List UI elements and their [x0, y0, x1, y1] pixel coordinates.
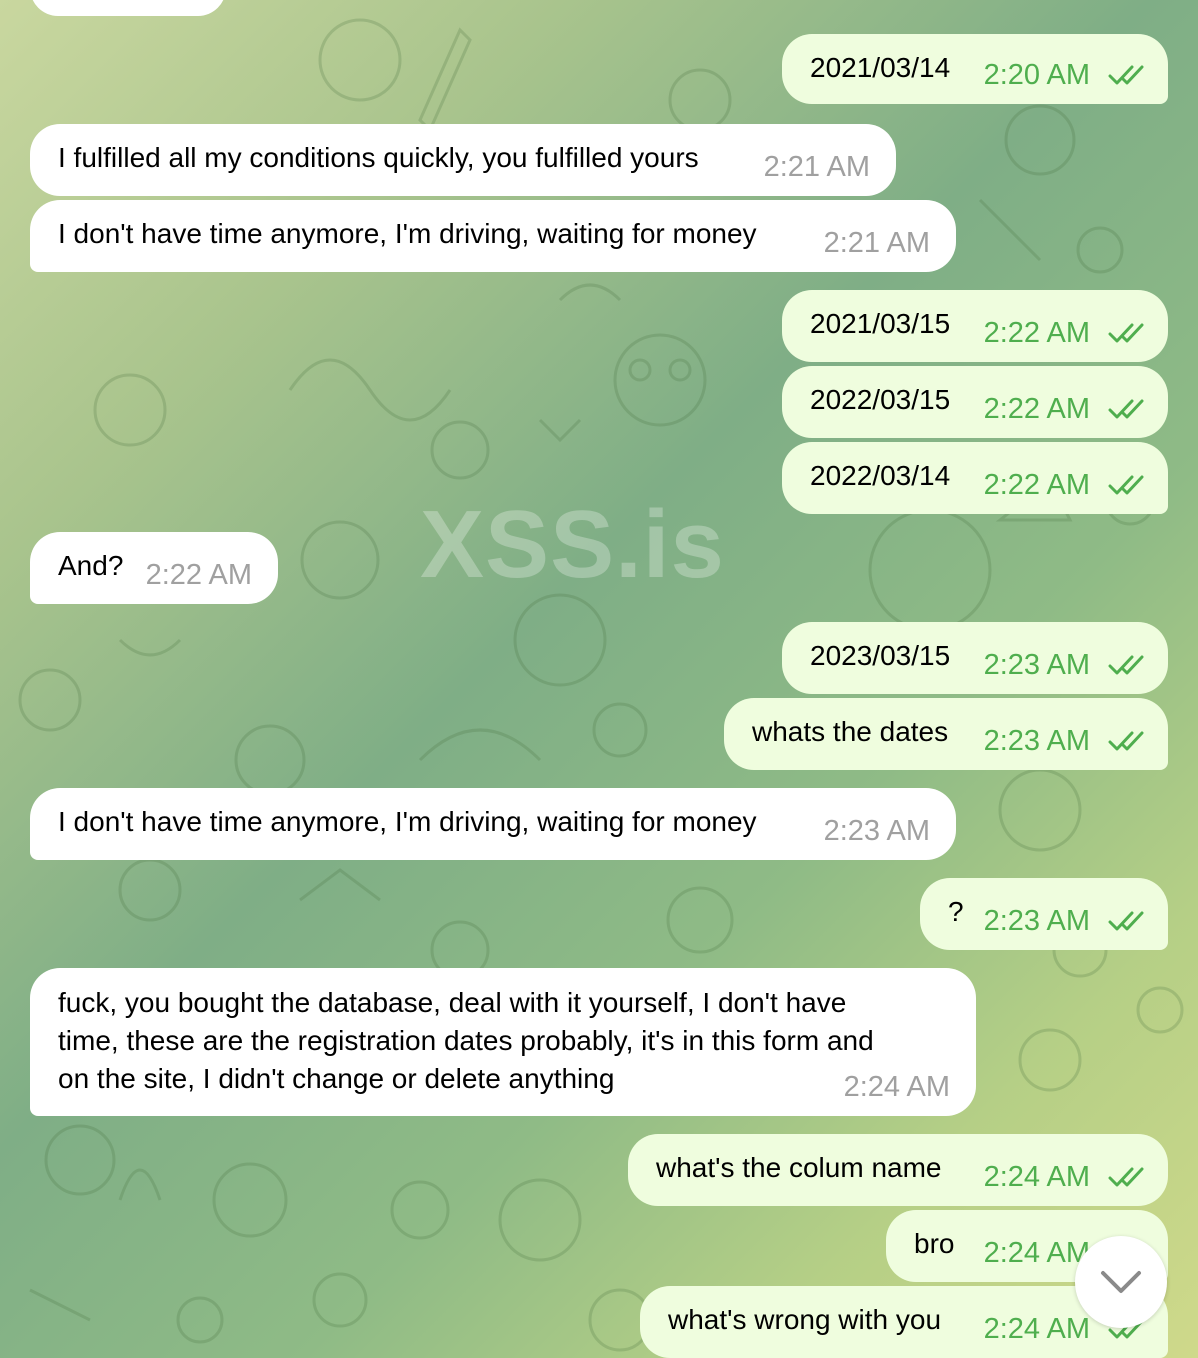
- scroll-to-bottom-button[interactable]: [1075, 1236, 1167, 1328]
- message-text: 2022/03/15: [810, 384, 951, 415]
- double-check-icon: [1108, 65, 1144, 85]
- incoming-message-bubble[interactable]: I fulfilled all my conditions quickly, y…: [30, 124, 896, 196]
- message-text: what's wrong with you: [668, 1304, 942, 1335]
- double-check-icon: [1108, 323, 1144, 343]
- message-time: 2:22 AM: [983, 469, 1090, 501]
- message-text: bro: [914, 1228, 955, 1259]
- double-check-icon: [1108, 655, 1144, 675]
- message-time: 2:21 AM: [823, 227, 930, 259]
- outgoing-message-bubble[interactable]: 2021/03/14 2:20 AM: [782, 34, 1168, 104]
- outgoing-message-bubble[interactable]: 2022/03/14 2:22 AM: [782, 442, 1168, 514]
- message-text: ?: [948, 896, 964, 927]
- chevron-down-icon: [1101, 1271, 1141, 1293]
- incoming-message-bubble[interactable]: fuck, you bought the database, deal with…: [30, 968, 976, 1116]
- double-check-icon: [1108, 475, 1144, 495]
- message-text: 2021/03/14: [810, 52, 951, 83]
- message-time: 2:22 AM: [983, 317, 1090, 349]
- message-time: 2:24 AM: [983, 1313, 1090, 1345]
- outgoing-message-bubble[interactable]: 2023/03/15 2:23 AM: [782, 622, 1168, 694]
- incoming-message-bubble-cropped[interactable]: [30, 0, 226, 16]
- message-text: I fulfilled all my conditions quickly, y…: [58, 142, 699, 173]
- message-text: 2021/03/15: [810, 308, 951, 339]
- outgoing-message-bubble[interactable]: what's the colum name 2:24 AM: [628, 1134, 1168, 1206]
- message-text: what's the colum name: [656, 1152, 942, 1183]
- incoming-message-bubble[interactable]: And? 2:22 AM: [30, 532, 278, 604]
- outgoing-message-bubble[interactable]: 2021/03/15 2:22 AM: [782, 290, 1168, 362]
- message-time: 2:24 AM: [983, 1237, 1090, 1269]
- double-check-icon: [1108, 731, 1144, 751]
- double-check-icon: [1108, 911, 1144, 931]
- incoming-message-bubble[interactable]: I don't have time anymore, I'm driving, …: [30, 200, 956, 272]
- watermark-text: XSS.is: [420, 491, 725, 598]
- double-check-icon: [1108, 399, 1144, 419]
- message-time: 2:22 AM: [983, 393, 1090, 425]
- outgoing-message-bubble[interactable]: whats the dates 2:23 AM: [724, 698, 1168, 770]
- message-text: And?: [58, 550, 124, 581]
- message-time: 2:23 AM: [983, 649, 1090, 681]
- message-time: 2:24 AM: [983, 1161, 1090, 1193]
- message-time: 2:23 AM: [983, 725, 1090, 757]
- incoming-message-bubble[interactable]: I don't have time anymore, I'm driving, …: [30, 788, 956, 860]
- message-time: 2:20 AM: [983, 59, 1090, 91]
- message-text: fuck, you bought the database, deal with…: [58, 987, 874, 1094]
- double-check-icon: [1108, 1167, 1144, 1187]
- message-text: I don't have time anymore, I'm driving, …: [58, 806, 757, 837]
- message-text: 2022/03/14: [810, 460, 951, 491]
- message-text: I don't have time anymore, I'm driving, …: [58, 218, 757, 249]
- message-time: 2:23 AM: [983, 905, 1090, 937]
- message-text: whats the dates: [752, 716, 949, 747]
- message-text: 2023/03/15: [810, 640, 951, 671]
- message-time: 2:22 AM: [145, 559, 252, 591]
- message-time: 2:23 AM: [823, 815, 930, 847]
- message-time: 2:24 AM: [843, 1071, 950, 1103]
- outgoing-message-bubble[interactable]: ? 2:23 AM: [920, 878, 1168, 950]
- message-time: 2:21 AM: [763, 151, 870, 183]
- outgoing-message-bubble[interactable]: 2022/03/15 2:22 AM: [782, 366, 1168, 438]
